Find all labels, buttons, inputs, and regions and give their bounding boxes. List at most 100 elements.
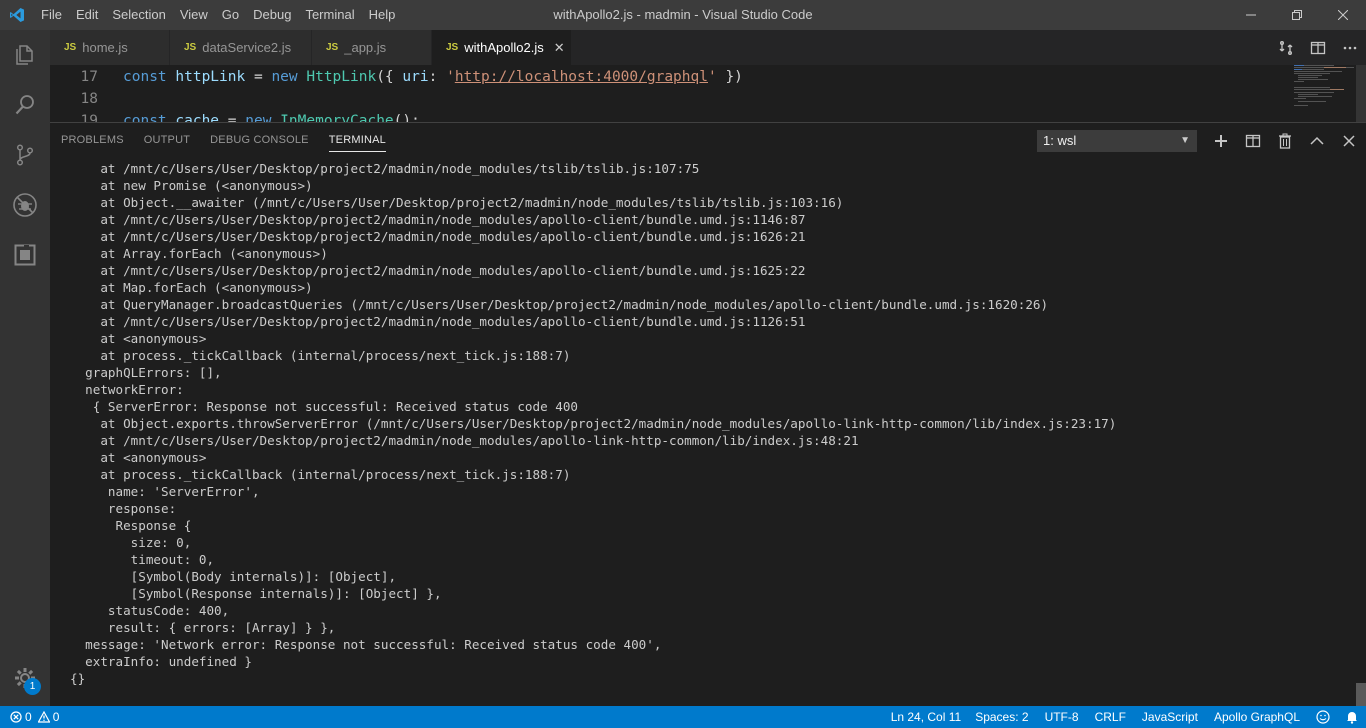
editor-tab[interactable]: JS _app.js [312, 30, 432, 65]
terminal-line: at /mnt/c/Users/User/Desktop/project2/ma… [70, 314, 806, 329]
js-file-icon: JS [64, 42, 77, 53]
terminal-line: at <anonymous> [70, 450, 207, 465]
code-line: 17 const httpLink = new HttpLink({ uri: '… [50, 66, 1230, 88]
debug-icon[interactable] [0, 180, 50, 230]
error-icon [10, 711, 22, 723]
code-token: cache [175, 113, 220, 122]
terminal-line: at process._tickCallback (internal/proce… [70, 348, 571, 363]
line-ending[interactable]: CRLF [1087, 706, 1134, 728]
feedback-icon[interactable] [1308, 706, 1338, 728]
panel-tab-output[interactable]: OUTPUT [144, 123, 190, 158]
terminal-line: Response { [70, 518, 192, 533]
panel-tab-problems[interactable]: PROBLEMS [61, 123, 124, 158]
vscode-logo-icon [0, 0, 34, 30]
bottom-panel: PROBLEMS OUTPUT DEBUG CONSOLE TERMINAL 1: w… [50, 122, 1366, 707]
code-line: 19 const cache = new InMemoryCache(); [50, 110, 1230, 122]
cursor-position[interactable]: Ln 24, Col 11 [883, 706, 970, 728]
menu-item-file[interactable]: File [34, 0, 69, 30]
code-token: const [123, 113, 176, 122]
menu-item-view[interactable]: View [173, 0, 215, 30]
warning-count: 0 [52, 710, 60, 724]
settings-gear-icon[interactable]: 1 [0, 658, 50, 698]
status-bar: 0 0 Ln 24, Col 11 Spaces: 2 UTF-8 CRLF J… [0, 706, 1366, 728]
new-terminal-icon[interactable] [1205, 123, 1237, 158]
terminal-line: at /mnt/c/Users/User/Desktop/project2/ma… [70, 212, 806, 227]
close-panel-icon[interactable] [1333, 123, 1365, 158]
window-controls [1228, 0, 1366, 30]
split-terminal-icon[interactable] [1237, 123, 1269, 158]
terminal-line: at Map.forEach (<anonymous>) [70, 280, 313, 295]
panel-tab-terminal[interactable]: TERMINAL [328, 128, 386, 152]
explorer-icon[interactable] [0, 30, 50, 80]
code-token: (); [393, 113, 420, 122]
close-icon[interactable]: ✕ [554, 40, 565, 56]
menu-item-selection[interactable]: Selection [105, 0, 172, 30]
terminal-line: at new Promise (<anonymous>) [70, 178, 313, 193]
terminal-line: at QueryManager.broadcastQueries (/mnt/c… [70, 297, 1049, 312]
menu-item-help[interactable]: Help [362, 0, 403, 30]
code-line: 18 [50, 88, 1230, 110]
source-control-icon[interactable] [0, 130, 50, 180]
line-number: 19 [80, 113, 98, 122]
minimize-icon[interactable] [1228, 0, 1274, 30]
terminal-line: result: { errors: [Array] } }, [70, 620, 336, 635]
encoding[interactable]: UTF-8 [1037, 706, 1087, 728]
code-token: httpLink [175, 69, 246, 85]
minimap[interactable] [1240, 65, 1360, 122]
terminal-line: at <anonymous> [70, 331, 207, 346]
terminal-line: response: [70, 501, 177, 516]
search-icon[interactable] [0, 80, 50, 130]
more-actions-icon[interactable] [1334, 30, 1366, 65]
terminal-line: {} [70, 671, 86, 686]
terminal-line: at Object.exports.throwServerError (/mnt… [70, 416, 1117, 431]
terminal-line: at process._tickCallback (internal/proce… [70, 467, 571, 482]
editor-tab[interactable]: JS withApollo2.js ✕ [432, 30, 572, 65]
terminal-line: name: 'ServerError', [70, 484, 260, 499]
editor-tab-bar: JS home.js JS dataService2.js JS _app.js JS wit… [50, 30, 1366, 65]
terminal-select[interactable]: 1: wsl ▼ [1037, 130, 1197, 152]
code-token: : [428, 69, 447, 85]
extensions-icon[interactable] [0, 230, 50, 280]
menu-item-terminal[interactable]: Terminal [298, 0, 361, 30]
code-token: uri [402, 69, 429, 85]
terminal-output[interactable]: at /mnt/c/Users/User/Desktop/project2/ma… [70, 160, 1350, 700]
maximize-panel-icon[interactable] [1301, 123, 1333, 158]
editor-tab[interactable]: JS home.js [50, 30, 170, 65]
terminal-line: statusCode: 400, [70, 603, 230, 618]
code-editor[interactable]: 17 const httpLink = new HttpLink({ uri: '… [50, 65, 1366, 122]
split-editor-icon[interactable] [1302, 30, 1334, 65]
close-window-icon[interactable] [1320, 0, 1366, 30]
restore-icon[interactable] [1274, 0, 1320, 30]
language-mode[interactable]: JavaScript [1134, 706, 1206, 728]
code-token: new [245, 113, 281, 122]
indentation[interactable]: Spaces: 2 [969, 706, 1036, 728]
problems-status[interactable]: 0 0 [10, 706, 67, 728]
editor-scrollbar[interactable] [1356, 65, 1366, 122]
panel-tab-debug-console[interactable]: DEBUG CONSOLE [210, 123, 309, 158]
editor-tab[interactable]: JS dataService2.js [170, 30, 312, 65]
terminal-scrollbar[interactable] [1356, 683, 1366, 707]
terminal-line: { ServerError: Response not successful: … [70, 399, 578, 414]
open-changes-icon[interactable] [1270, 30, 1302, 65]
menu-item-debug[interactable]: Debug [246, 0, 298, 30]
tab-label: home.js [82, 40, 128, 55]
code-token: InMemoryCache [280, 113, 394, 122]
notifications-bell-icon[interactable] [1338, 706, 1366, 728]
menu-item-go[interactable]: Go [215, 0, 246, 30]
terminal-line: message: 'Network error: Response not su… [70, 637, 662, 652]
activity-bar: 1 [0, 30, 50, 706]
terminal-line: size: 0, [70, 535, 192, 550]
terminal-line: [Symbol(Body internals)]: [Object], [70, 569, 397, 584]
terminal-line: at /mnt/c/Users/User/Desktop/project2/ma… [70, 229, 806, 244]
terminal-line: extraInfo: undefined } [70, 654, 252, 669]
code-token: http://localhost:4000/graphql [454, 69, 708, 85]
code-token: = [219, 113, 246, 122]
code-token: const [123, 69, 176, 85]
apollo-status[interactable]: Apollo GraphQL [1206, 706, 1308, 728]
trash-icon[interactable] [1269, 123, 1301, 158]
code-token: }) [716, 69, 743, 85]
terminal-line: at Object.__awaiter (/mnt/c/Users/User/D… [70, 195, 844, 210]
menu-item-edit[interactable]: Edit [69, 0, 105, 30]
settings-badge: 1 [24, 678, 41, 695]
editor-actions [1270, 30, 1366, 65]
